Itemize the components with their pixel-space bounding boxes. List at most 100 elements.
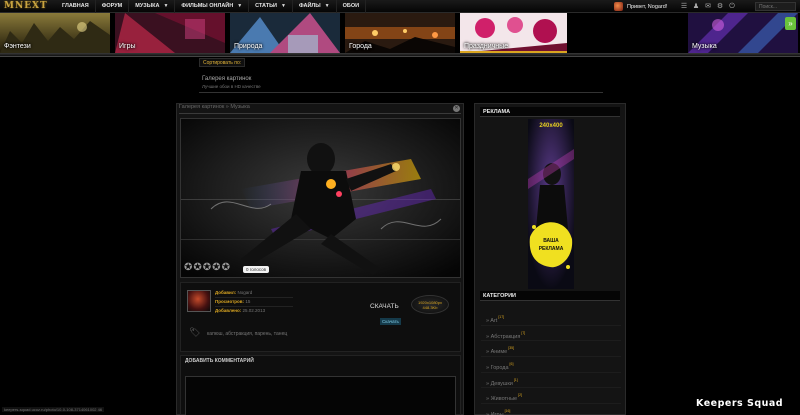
- gallery-subtitle: Лучшие обои в HD качестве: [202, 84, 261, 89]
- divider: [215, 306, 293, 307]
- user-box[interactable]: Привет, Nogard!: [614, 1, 667, 12]
- wallpaper-image[interactable]: ✪ ✪ ✪ ✪ ✪ 0 голосов: [181, 119, 460, 277]
- added-by-value[interactable]: Nogard: [237, 290, 252, 295]
- nav-item[interactable]: МУЗЫКА ▼: [129, 0, 176, 13]
- category-item[interactable]: » Игры[16]: [481, 404, 621, 415]
- ad-heading: РЕКЛАМА: [480, 107, 620, 117]
- comment-textarea[interactable]: [185, 376, 456, 415]
- avatar[interactable]: [614, 2, 623, 11]
- category-item[interactable]: » Девушки[1]: [481, 373, 621, 389]
- category-item[interactable]: » Аниме[35]: [481, 341, 621, 358]
- comments-heading: ДОБАВИТЬ КОММЕНТАРИЙ: [185, 358, 254, 364]
- download-button[interactable]: Скачать: [380, 318, 401, 325]
- toolbar-icons: ☰ ♟ ✉ ⚙ ⏻: [678, 1, 738, 12]
- user-greeting[interactable]: Привет, Nogard!: [627, 4, 667, 10]
- chevron-down-icon: ▼: [324, 3, 330, 9]
- exit-icon[interactable]: ⏻: [726, 1, 738, 12]
- scroll-top-button[interactable]: »: [785, 17, 796, 30]
- category-name: » Аниме: [486, 349, 508, 356]
- category-item[interactable]: » Art[17]: [481, 310, 621, 326]
- category-count: [2]: [518, 393, 523, 398]
- nav-item-label: ФОРУМ: [101, 3, 123, 9]
- nav-item[interactable]: ОБОИ: [337, 0, 367, 13]
- chevron-down-icon: ▼: [237, 3, 243, 9]
- banner-label: Праздничные: [464, 43, 509, 50]
- star-icon[interactable]: ✪: [193, 263, 201, 273]
- category-name: » Art: [486, 318, 498, 324]
- star-icon[interactable]: ✪: [184, 263, 192, 273]
- banner-games[interactable]: Игры: [115, 13, 225, 53]
- nav-item[interactable]: ГЛАВНАЯ: [56, 0, 96, 13]
- divider: [179, 113, 461, 114]
- star-icon[interactable]: ✪: [212, 263, 220, 273]
- category-count: [16]: [504, 409, 511, 414]
- tags-list[interactable]: капюш, абстракция, парень, танец: [207, 331, 287, 337]
- person-icon[interactable]: ♟: [690, 1, 702, 12]
- divider: [199, 92, 603, 93]
- banner-divider: [0, 53, 800, 57]
- categories-heading: КАТЕГОРИИ: [480, 291, 620, 301]
- comments-section: ДОБАВИТЬ КОММЕНТАРИЙ: [180, 355, 461, 415]
- ad-text-line-1: ВАША: [543, 238, 559, 244]
- ad-text-line-2: РЕКЛАМА: [539, 246, 564, 252]
- nav-item-label: СТАТЬИ: [255, 3, 277, 9]
- star-icon[interactable]: ✪: [203, 263, 211, 273]
- banner-label: Города: [349, 43, 372, 50]
- file-size: 448.3Kb: [422, 305, 438, 310]
- menu-icon[interactable]: ☰: [678, 1, 690, 12]
- banner-label: Музыка: [692, 43, 717, 50]
- close-icon[interactable]: ✕: [453, 105, 460, 112]
- nav-item-label: ГЛАВНАЯ: [62, 3, 89, 9]
- gallery-title: Галерея картинок: [202, 76, 252, 82]
- ad-size-text: 240x400: [539, 123, 563, 129]
- category-name: » Животные: [486, 396, 518, 403]
- category-item[interactable]: » Животные[2]: [481, 388, 621, 405]
- category-count: [35]: [508, 346, 515, 351]
- dancer-artwork: [181, 119, 460, 277]
- nav-item-label: ОБОИ: [342, 3, 360, 9]
- banner-nature[interactable]: Природа: [230, 13, 340, 53]
- resolution-badge: 1920x1080px 448.3Kb: [411, 295, 449, 314]
- banner-fantasy[interactable]: Фэнтези: [0, 13, 110, 53]
- votes-count: 0 голосов: [243, 266, 270, 273]
- site-logo[interactable]: MNEXT: [4, 1, 54, 12]
- category-banners: Фэнтези Игры Природа Города Праздничные …: [0, 13, 800, 53]
- uploader-avatar[interactable]: [187, 290, 211, 312]
- ad-banner[interactable]: 240x400 ВАША РЕКЛАМА: [528, 119, 574, 289]
- sidebar: РЕКЛАМА 240x400 ВАША РЕКЛАМА КАТЕГОРИИ »…: [474, 103, 626, 415]
- gear-icon[interactable]: ⚙: [714, 1, 726, 12]
- category-count: [1]: [513, 377, 518, 382]
- nav-item-label: МУЗЫКА: [135, 3, 160, 9]
- category-item[interactable]: » Абстракция[7]: [481, 326, 621, 342]
- categories-list: » Art[17]» Абстракция[7]» Аниме[35]» Гор…: [481, 310, 621, 415]
- search-input[interactable]: [755, 2, 796, 11]
- nav-item-label: ФАЙЛЫ: [298, 3, 321, 9]
- category-name: » Девушки: [486, 380, 513, 387]
- banner-label: Природа: [234, 43, 263, 50]
- banner-holidays[interactable]: Праздничные: [460, 13, 567, 53]
- breadcrumb[interactable]: Галерея картинок » Музыка: [179, 104, 250, 110]
- tag-icon: 🏷: [189, 327, 201, 337]
- chevron-down-icon: ▼: [163, 3, 169, 9]
- photo-info: Добавил: Nogard Просмотров: 15 Добавлено…: [180, 282, 461, 352]
- nav-item[interactable]: ФАЙЛЫ ▼: [293, 0, 337, 13]
- category-item[interactable]: » Города[6]: [481, 357, 621, 373]
- banner-cities[interactable]: Города: [345, 13, 455, 53]
- download-label: СКАЧАТЬ: [370, 303, 399, 310]
- nav-item[interactable]: ФИЛЬМЫ ОНЛАЙН ▼: [175, 0, 250, 13]
- ad-image: 240x400 ВАША РЕКЛАМА: [528, 119, 574, 289]
- category-name: » Города: [486, 365, 509, 372]
- nav-item[interactable]: ФОРУМ: [96, 0, 130, 13]
- views: Просмотров: 15: [215, 299, 251, 304]
- photo-panel: Галерея картинок » Музыка ✕ ✪ ✪ ✪ ✪ ✪ 0 …: [176, 103, 464, 415]
- banner-music[interactable]: Музыка: [688, 13, 798, 53]
- category-count: [17]: [498, 315, 505, 319]
- star-icon[interactable]: ✪: [222, 263, 230, 273]
- chevron-down-icon: ▼: [280, 3, 286, 9]
- rating-stars[interactable]: ✪ ✪ ✪ ✪ ✪: [184, 263, 230, 273]
- nav-item[interactable]: СТАТЬИ ▼: [249, 0, 293, 13]
- sort-label[interactable]: Сортировать по:: [199, 58, 246, 67]
- added-date: Добавлено: 25.02.2013: [215, 308, 266, 313]
- mail-icon[interactable]: ✉: [702, 1, 714, 12]
- added-by: Добавил: Nogard: [215, 290, 253, 295]
